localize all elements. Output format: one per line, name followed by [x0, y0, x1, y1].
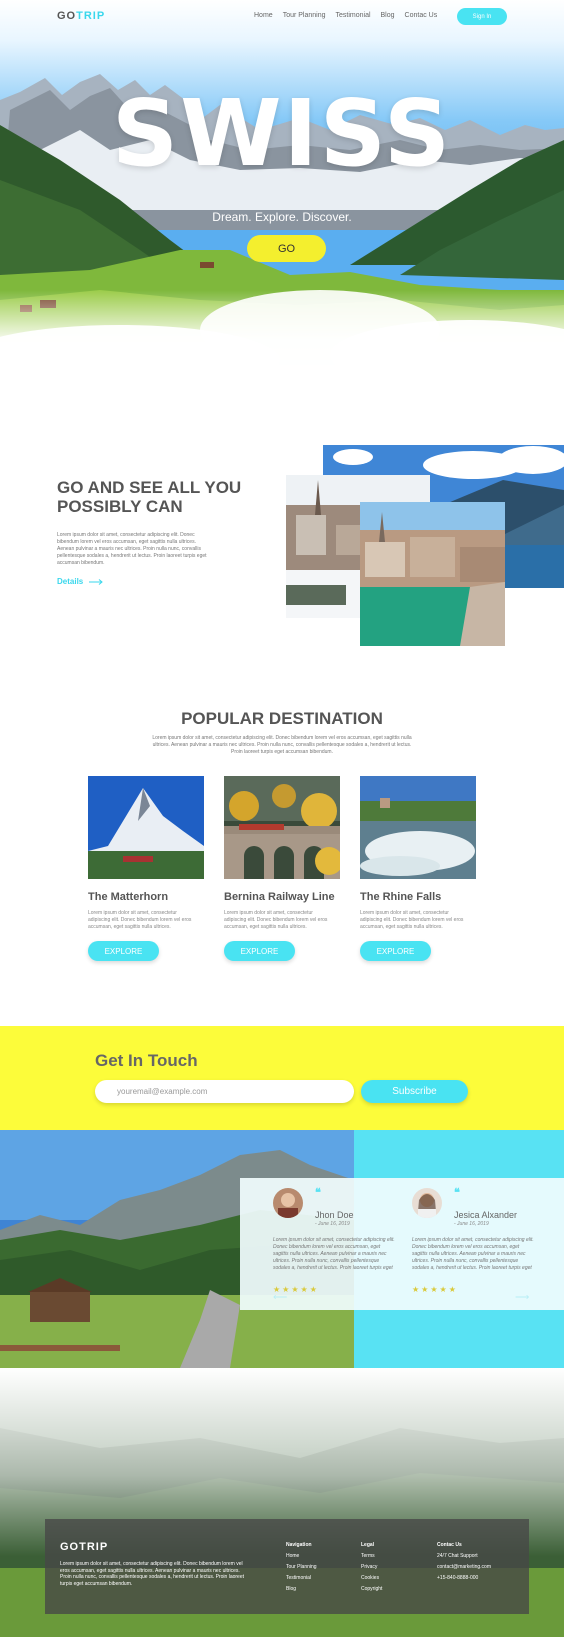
rhine-falls-image [360, 776, 476, 879]
popular-subtitle: Lorem ipsum dolor sit amet, consectetur … [152, 735, 412, 755]
quote-icon: ❝ [315, 1187, 321, 1199]
about-text: Lorem ipsum dolor sit amet, consectetur … [57, 532, 207, 566]
explore-button[interactable]: EXPLORE [88, 941, 159, 961]
zurich-river-photo [360, 502, 505, 646]
nav-testimonial[interactable]: Testimonial [336, 12, 371, 19]
footer-text: Lorem ipsum dolor sit amet, consectetur … [60, 1561, 244, 1587]
matterhorn-image [88, 776, 204, 879]
logo[interactable]: GOTRIP [57, 10, 105, 22]
avatar [273, 1188, 303, 1218]
footer-navigation: Navigation Home Tour Planning Testimonia… [286, 1540, 317, 1595]
footer-contact-item[interactable]: 24/7 Chat Support [437, 1551, 491, 1562]
testimonial-date: - June 16, 2019 [315, 1221, 350, 1227]
footer-link[interactable]: Copyright [361, 1584, 382, 1595]
subscribe-button[interactable]: Subscribe [361, 1080, 468, 1103]
details-link[interactable]: Details [57, 577, 104, 586]
footer-logo[interactable]: GOTRIP [60, 1541, 108, 1553]
explore-button[interactable]: EXPLORE [360, 941, 431, 961]
hero-subtitle: Dream. Explore. Discover. [212, 210, 352, 224]
destination-desc: Lorem ipsum dolor sit amet, consectetur … [360, 910, 464, 930]
destination-name: The Matterhorn [88, 891, 169, 903]
explore-button[interactable]: EXPLORE [224, 941, 295, 961]
footer-heading: Legal [361, 1542, 375, 1548]
bernina-image [224, 776, 340, 879]
quote-icon: ❝ [454, 1187, 460, 1199]
footer-link[interactable]: Home [286, 1551, 317, 1562]
arrow-left-icon[interactable]: ⟵ [273, 1292, 287, 1303]
destination-card: The Matterhorn Lorem ipsum dolor sit ame… [88, 776, 204, 961]
footer-contact: Contac Us 24/7 Chat Support contact@mark… [437, 1540, 491, 1584]
footer-contact-item[interactable]: +15-840-8888-000 [437, 1573, 491, 1584]
footer-link[interactable]: Terms [361, 1551, 382, 1562]
go-button[interactable]: GO [247, 235, 326, 262]
testimonial-date: - June 16, 2019 [454, 1221, 489, 1227]
get-in-touch-section [0, 1026, 564, 1130]
testimonial-text: Lorem ipsum dolor sit amet, consectetur … [412, 1237, 534, 1271]
arrow-right-icon[interactable]: ⟶ [515, 1292, 529, 1303]
main-nav: Home Tour Planning Testimonial Blog Cont… [254, 12, 437, 19]
testimonial-text: Lorem ipsum dolor sit amet, consectetur … [273, 1237, 395, 1271]
footer-link[interactable]: Cookies [361, 1573, 382, 1584]
nav-contact[interactable]: Contac Us [405, 12, 438, 19]
star-rating-icon: ★★★★★ [412, 1285, 458, 1294]
destination-card: Bernina Railway Line Lorem ipsum dolor s… [224, 776, 340, 961]
details-label: Details [57, 577, 84, 586]
testimonial-name: Jhon Doe [315, 1210, 354, 1220]
destination-name: Bernina Railway Line [224, 891, 335, 903]
footer-link[interactable]: Testimonial [286, 1573, 317, 1584]
hero-title: SWISS [111, 80, 453, 187]
footer-link[interactable]: Tour Planning [286, 1562, 317, 1573]
avatar [412, 1188, 442, 1218]
destination-card: The Rhine Falls Lorem ipsum dolor sit am… [360, 776, 476, 961]
hero-section: SWISS Dream. Explore. Discover. GO [0, 0, 564, 400]
arrow-right-icon [89, 578, 104, 585]
footer-contact-item[interactable]: contact@marketing.com [437, 1562, 491, 1573]
destination-desc: Lorem ipsum dolor sit amet, consectetur … [224, 910, 328, 930]
email-input[interactable]: youremail@example.com [95, 1080, 354, 1103]
footer-legal: Legal Terms Privacy Cookies Copyright [361, 1540, 382, 1595]
logo-go: GO [57, 10, 77, 22]
nav-tour-planning[interactable]: Tour Planning [283, 12, 326, 19]
touch-title: Get In Touch [95, 1051, 198, 1070]
destination-name: The Rhine Falls [360, 891, 442, 903]
footer-link[interactable]: Blog [286, 1584, 317, 1595]
testimonial-name: Jesica Alxander [454, 1210, 518, 1220]
footer-heading: Navigation [286, 1542, 312, 1548]
logo-trip: TRIP [76, 10, 106, 22]
hero-landscape [0, 74, 564, 400]
nav-blog[interactable]: Blog [381, 12, 395, 19]
popular-title: POPULAR DESTINATION [181, 709, 383, 728]
footer-heading: Contac Us [437, 1542, 462, 1548]
footer-link[interactable]: Privacy [361, 1562, 382, 1573]
about-title: GO AND SEE ALL YOU POSSIBLY CAN [57, 478, 242, 516]
nav-home[interactable]: Home [254, 12, 273, 19]
destination-desc: Lorem ipsum dolor sit amet, consectetur … [88, 910, 192, 930]
sign-in-button[interactable]: Sign In [457, 8, 507, 25]
